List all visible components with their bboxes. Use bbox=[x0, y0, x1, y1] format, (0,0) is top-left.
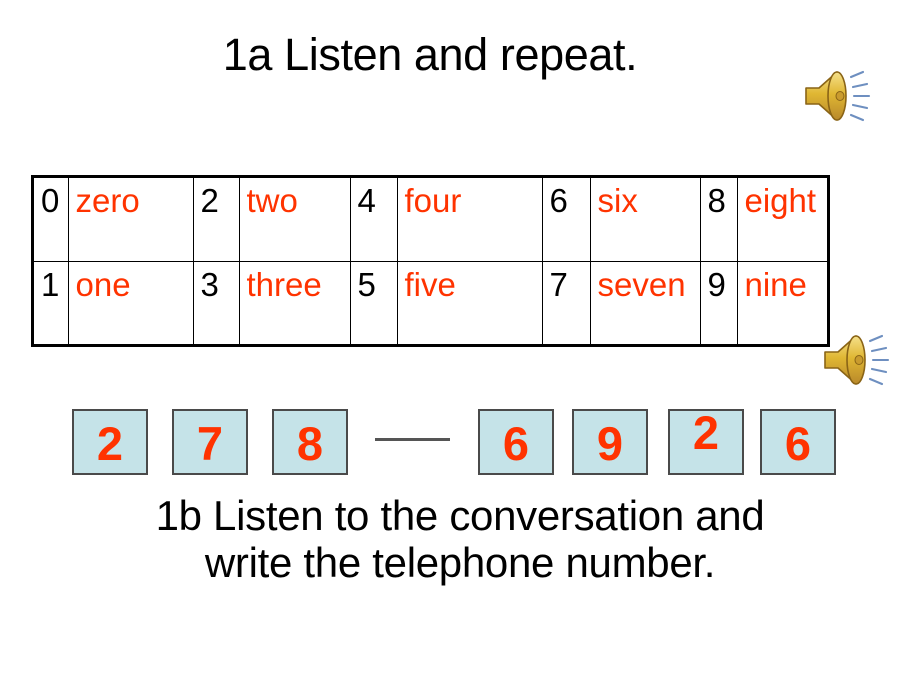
table-cell-digit: 8 bbox=[699, 178, 738, 262]
table-row: 1 one 3 three 5 five 7 seven 9 nine bbox=[34, 260, 827, 344]
telephone-number-boxes: 2 7 8 6 9 2 6 bbox=[0, 409, 920, 479]
digit-box[interactable]: 6 bbox=[478, 409, 554, 475]
table-cell-digit: 0 bbox=[34, 178, 69, 262]
table-cell-digit: 9 bbox=[699, 260, 738, 344]
table-cell-word: two bbox=[238, 178, 351, 262]
digit-box-value: 6 bbox=[502, 417, 530, 470]
number-words-table: 0 zero 2 two 4 four 6 six 8 eight 1 one … bbox=[31, 175, 830, 347]
instruction-caption-line-2: write the telephone number. bbox=[204, 539, 716, 587]
digit-box[interactable]: 6 bbox=[760, 409, 836, 475]
instruction-caption: 1b Listen to the conversation and write … bbox=[0, 492, 920, 586]
table-cell-digit: 3 bbox=[192, 260, 240, 344]
table-cell-digit: 5 bbox=[349, 260, 398, 344]
digit-box[interactable]: 2 bbox=[72, 409, 148, 475]
digit-box-value: 2 bbox=[96, 417, 124, 470]
table-cell-word: six bbox=[589, 178, 701, 262]
digit-box[interactable]: 2 bbox=[668, 409, 744, 475]
page-title: 1a Listen and repeat. bbox=[222, 29, 638, 80]
digit-box[interactable]: 8 bbox=[272, 409, 348, 475]
digit-box-value: 9 bbox=[596, 417, 624, 470]
table-cell-word: seven bbox=[589, 260, 701, 344]
table-cell-word: four bbox=[396, 178, 543, 262]
table-cell-digit: 2 bbox=[192, 178, 240, 262]
table-cell-word: zero bbox=[67, 178, 194, 262]
digit-box-value: 7 bbox=[196, 417, 224, 470]
table-cell-digit: 1 bbox=[34, 260, 69, 344]
table-cell-digit: 7 bbox=[541, 260, 591, 344]
digit-box-value: 8 bbox=[296, 417, 324, 470]
table-cell-digit: 4 bbox=[349, 178, 398, 262]
speaker-icon-top[interactable] bbox=[803, 63, 875, 129]
table-cell-word: five bbox=[396, 260, 543, 344]
digit-box-value: 2 bbox=[692, 406, 720, 459]
instruction-caption-line-1: 1b Listen to the conversation and bbox=[155, 492, 765, 539]
table-cell-word: three bbox=[238, 260, 351, 344]
table-cell-word: eight bbox=[736, 178, 827, 262]
table-cell-word: nine bbox=[736, 260, 827, 344]
table-cell-word: one bbox=[67, 260, 194, 344]
speaker-icon-middle[interactable] bbox=[822, 327, 894, 393]
digit-box[interactable]: 9 bbox=[572, 409, 648, 475]
table-cell-digit: 6 bbox=[541, 178, 591, 262]
phone-number-separator-dash bbox=[375, 438, 450, 441]
slide-canvas: 1a Listen and repeat. 0 zero 2 two 4 fou… bbox=[0, 0, 920, 690]
digit-box[interactable]: 7 bbox=[172, 409, 248, 475]
digit-box-value: 6 bbox=[784, 417, 812, 470]
table-row: 0 zero 2 two 4 four 6 six 8 eight bbox=[34, 178, 827, 262]
